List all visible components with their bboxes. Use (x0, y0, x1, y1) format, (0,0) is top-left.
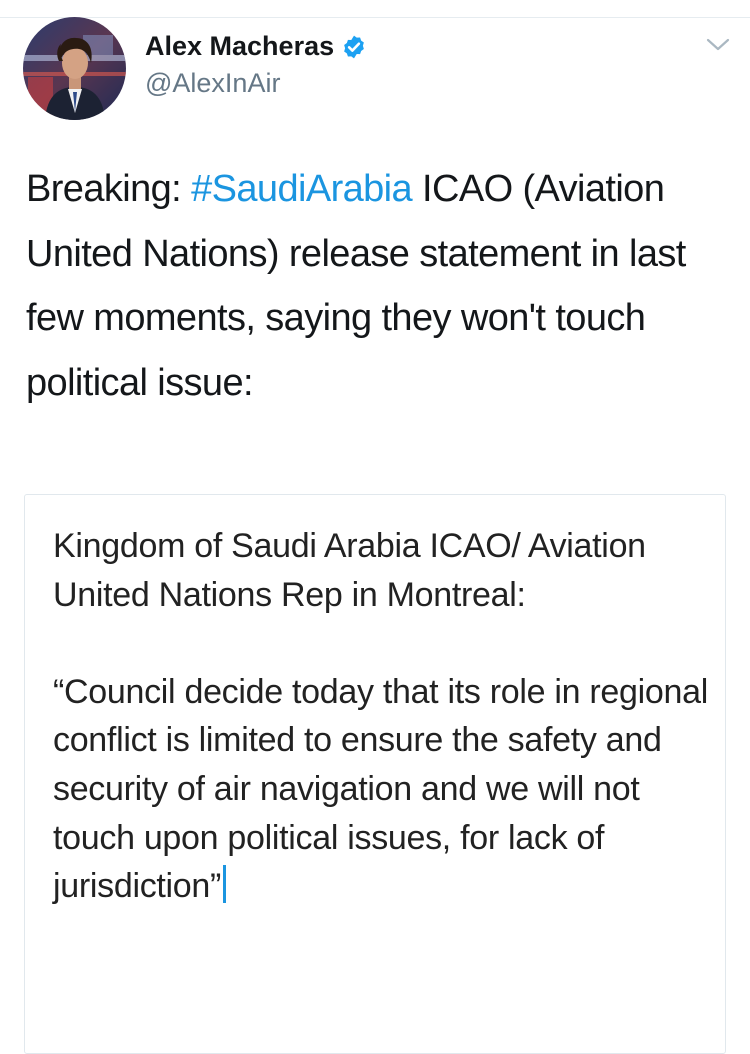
text-cursor (223, 865, 227, 904)
author-handle[interactable]: @AlexInAir (145, 67, 280, 99)
avatar[interactable] (23, 17, 126, 120)
author-name[interactable]: Alex Macheras (145, 30, 367, 62)
tweet-text-prefix: Breaking: (26, 168, 192, 210)
chevron-down-icon[interactable] (705, 36, 731, 54)
tweet-text: Breaking: #SaudiArabia ICAO (Aviation Un… (26, 157, 726, 415)
avatar-photo (23, 17, 126, 120)
image-text-heading: Kingdom of Saudi Arabia ICAO/ Aviation U… (53, 527, 646, 614)
verified-badge-icon (344, 35, 364, 59)
image-text-quote: “Council decide today that its role in r… (53, 668, 713, 911)
hashtag-link[interactable]: #SaudiArabia (191, 168, 413, 210)
image-text: Kingdom of Saudi Arabia ICAO/ Aviation U… (53, 522, 713, 911)
attached-image-card[interactable]: Kingdom of Saudi Arabia ICAO/ Aviation U… (24, 494, 726, 1054)
author-name-text[interactable]: Alex Macheras (145, 31, 334, 61)
image-text-quote-body: “Council decide today that its role in r… (53, 672, 708, 906)
top-divider (0, 17, 750, 18)
